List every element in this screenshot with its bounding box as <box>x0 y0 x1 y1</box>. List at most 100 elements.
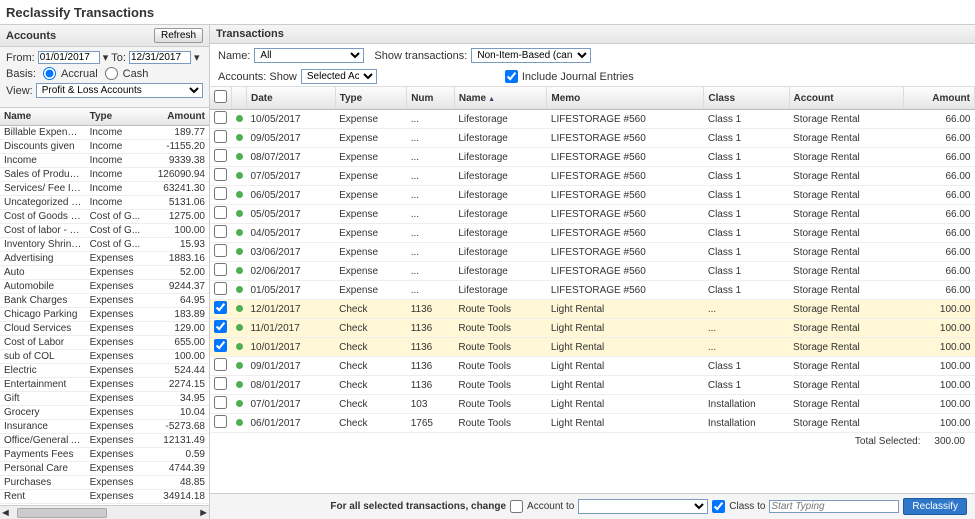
row-checkbox[interactable] <box>214 111 227 124</box>
name-filter-select[interactable]: All <box>254 48 364 63</box>
account-row[interactable]: GiftExpenses34.95 <box>0 392 209 406</box>
scroll-right-icon[interactable]: ► <box>198 507 209 519</box>
account-to-select[interactable] <box>578 499 708 514</box>
refresh-button[interactable]: Refresh <box>154 28 203 43</box>
row-checkbox[interactable] <box>214 320 227 333</box>
row-checkbox[interactable] <box>214 168 227 181</box>
scroll-left-icon[interactable]: ◄ <box>0 507 11 519</box>
col-class[interactable]: Class <box>704 87 789 110</box>
row-checkbox[interactable] <box>214 396 227 409</box>
class-to-checkbox[interactable] <box>712 500 725 513</box>
show-txn-select[interactable]: Non-Item-Based (can be reclassified) <box>471 48 591 63</box>
transaction-row[interactable]: 11/01/2017Check1136Route ToolsLight Rent… <box>210 319 975 338</box>
transaction-row[interactable]: 10/05/2017Expense...LifestorageLIFESTORA… <box>210 110 975 129</box>
account-row[interactable]: GroceryExpenses10.04 <box>0 406 209 420</box>
col-memo[interactable]: Memo <box>547 87 704 110</box>
change-prompt: For all selected transactions, change <box>330 501 506 512</box>
account-row[interactable]: Cost of labor - COSCost of G...100.00 <box>0 224 209 238</box>
select-all-checkbox[interactable] <box>214 90 227 103</box>
transaction-row[interactable]: 06/05/2017Expense...LifestorageLIFESTORA… <box>210 186 975 205</box>
status-dot-icon <box>236 400 243 407</box>
transaction-row[interactable]: 07/01/2017Check103Route ToolsLight Renta… <box>210 395 975 414</box>
row-checkbox[interactable] <box>214 415 227 428</box>
transaction-row[interactable]: 12/01/2017Check1136Route ToolsLight Rent… <box>210 300 975 319</box>
row-checkbox[interactable] <box>214 377 227 390</box>
account-row[interactable]: Billable Expense IncomeIncome189.77 <box>0 126 209 140</box>
view-select[interactable]: Profit & Loss Accounts <box>36 83 203 98</box>
acct-col-name[interactable]: Name <box>0 108 86 125</box>
account-row[interactable]: IncomeIncome9339.38 <box>0 154 209 168</box>
account-row[interactable]: InsuranceExpenses-5273.68 <box>0 420 209 434</box>
reclassify-button[interactable]: Reclassify <box>903 498 967 515</box>
row-checkbox[interactable] <box>214 225 227 238</box>
col-type[interactable]: Type <box>335 87 407 110</box>
acct-col-amount[interactable]: Amount <box>147 108 209 125</box>
row-checkbox[interactable] <box>214 282 227 295</box>
account-row[interactable]: sub of COLExpenses100.00 <box>0 350 209 364</box>
dropdown-icon[interactable]: ▾ <box>194 51 200 64</box>
account-row[interactable]: EntertainmentExpenses2274.15 <box>0 378 209 392</box>
transaction-row[interactable]: 08/07/2017Expense...LifestorageLIFESTORA… <box>210 148 975 167</box>
row-checkbox[interactable] <box>214 149 227 162</box>
account-row[interactable]: RentExpenses34914.18 <box>0 490 209 504</box>
row-checkbox[interactable] <box>214 339 227 352</box>
col-account[interactable]: Account <box>789 87 903 110</box>
account-row[interactable]: Cost of Goods SoldCost of G...1275.00 <box>0 210 209 224</box>
transaction-row[interactable]: 06/01/2017Check1765Route ToolsLight Rent… <box>210 414 975 433</box>
transaction-row[interactable]: 01/05/2017Expense...LifestorageLIFESTORA… <box>210 281 975 300</box>
horizontal-scrollbar[interactable]: ◄► <box>0 505 209 519</box>
account-row[interactable]: AutomobileExpenses9244.37 <box>0 280 209 294</box>
transaction-row[interactable]: 02/06/2017Expense...LifestorageLIFESTORA… <box>210 262 975 281</box>
account-row[interactable]: Uncategorized IncomeIncome5131.06 <box>0 196 209 210</box>
accounts-heading: Accounts <box>6 30 56 42</box>
transaction-row[interactable]: 10/01/2017Check1136Route ToolsLight Rent… <box>210 338 975 357</box>
dropdown-icon[interactable]: ▾ <box>103 51 109 64</box>
row-checkbox[interactable] <box>214 206 227 219</box>
account-row[interactable]: Sales of Product IncomeIncome126090.94 <box>0 168 209 182</box>
status-dot-icon <box>236 267 243 274</box>
transaction-row[interactable]: 09/05/2017Expense...LifestorageLIFESTORA… <box>210 129 975 148</box>
col-amount[interactable]: Amount <box>903 87 974 110</box>
account-row[interactable]: Personal CareExpenses4744.39 <box>0 462 209 476</box>
account-row[interactable]: ElectricExpenses524.44 <box>0 364 209 378</box>
transaction-row[interactable]: 05/05/2017Expense...LifestorageLIFESTORA… <box>210 205 975 224</box>
transaction-row[interactable]: 09/01/2017Check1136Route ToolsLight Rent… <box>210 357 975 376</box>
row-checkbox[interactable] <box>214 358 227 371</box>
status-dot-icon <box>236 381 243 388</box>
row-checkbox[interactable] <box>214 301 227 314</box>
acct-col-type[interactable]: Type <box>86 108 148 125</box>
accounts-list[interactable]: Billable Expense IncomeIncome189.77Disco… <box>0 126 209 505</box>
col-name[interactable]: Name <box>454 87 547 110</box>
basis-accrual-radio[interactable] <box>43 67 56 80</box>
include-journal-checkbox[interactable] <box>505 70 518 83</box>
transaction-row[interactable]: 04/05/2017Expense...LifestorageLIFESTORA… <box>210 224 975 243</box>
col-date[interactable]: Date <box>247 87 336 110</box>
account-row[interactable]: AutoExpenses52.00 <box>0 266 209 280</box>
account-to-checkbox[interactable] <box>510 500 523 513</box>
account-row[interactable]: PurchasesExpenses48.85 <box>0 476 209 490</box>
row-checkbox[interactable] <box>214 130 227 143</box>
account-row[interactable]: Inventory ShrinkageCost of G...15.93 <box>0 238 209 252</box>
col-num[interactable]: Num <box>407 87 455 110</box>
basis-cash-radio[interactable] <box>105 67 118 80</box>
account-row[interactable]: Payments FeesExpenses0.59 <box>0 448 209 462</box>
row-checkbox[interactable] <box>214 263 227 276</box>
from-date-input[interactable] <box>38 51 100 64</box>
acct-show-select[interactable]: Selected Account <box>301 69 377 84</box>
account-row[interactable]: Discounts givenIncome-1155.20 <box>0 140 209 154</box>
status-dot-icon <box>236 324 243 331</box>
account-row[interactable]: Office/General Administrative...Expenses… <box>0 434 209 448</box>
class-to-input[interactable] <box>769 500 899 513</box>
transaction-row[interactable]: 03/06/2017Expense...LifestorageLIFESTORA… <box>210 243 975 262</box>
account-row[interactable]: Chicago ParkingExpenses183.89 <box>0 308 209 322</box>
transaction-row[interactable]: 07/05/2017Expense...LifestorageLIFESTORA… <box>210 167 975 186</box>
account-row[interactable]: Cloud ServicesExpenses129.00 <box>0 322 209 336</box>
account-row[interactable]: AdvertisingExpenses1883.16 <box>0 252 209 266</box>
to-date-input[interactable] <box>129 51 191 64</box>
account-row[interactable]: Cost of LaborExpenses655.00 <box>0 336 209 350</box>
account-row[interactable]: Bank ChargesExpenses64.95 <box>0 294 209 308</box>
row-checkbox[interactable] <box>214 244 227 257</box>
transaction-row[interactable]: 08/01/2017Check1136Route ToolsLight Rent… <box>210 376 975 395</box>
account-row[interactable]: Services/ Fee IncomeIncome63241.30 <box>0 182 209 196</box>
row-checkbox[interactable] <box>214 187 227 200</box>
